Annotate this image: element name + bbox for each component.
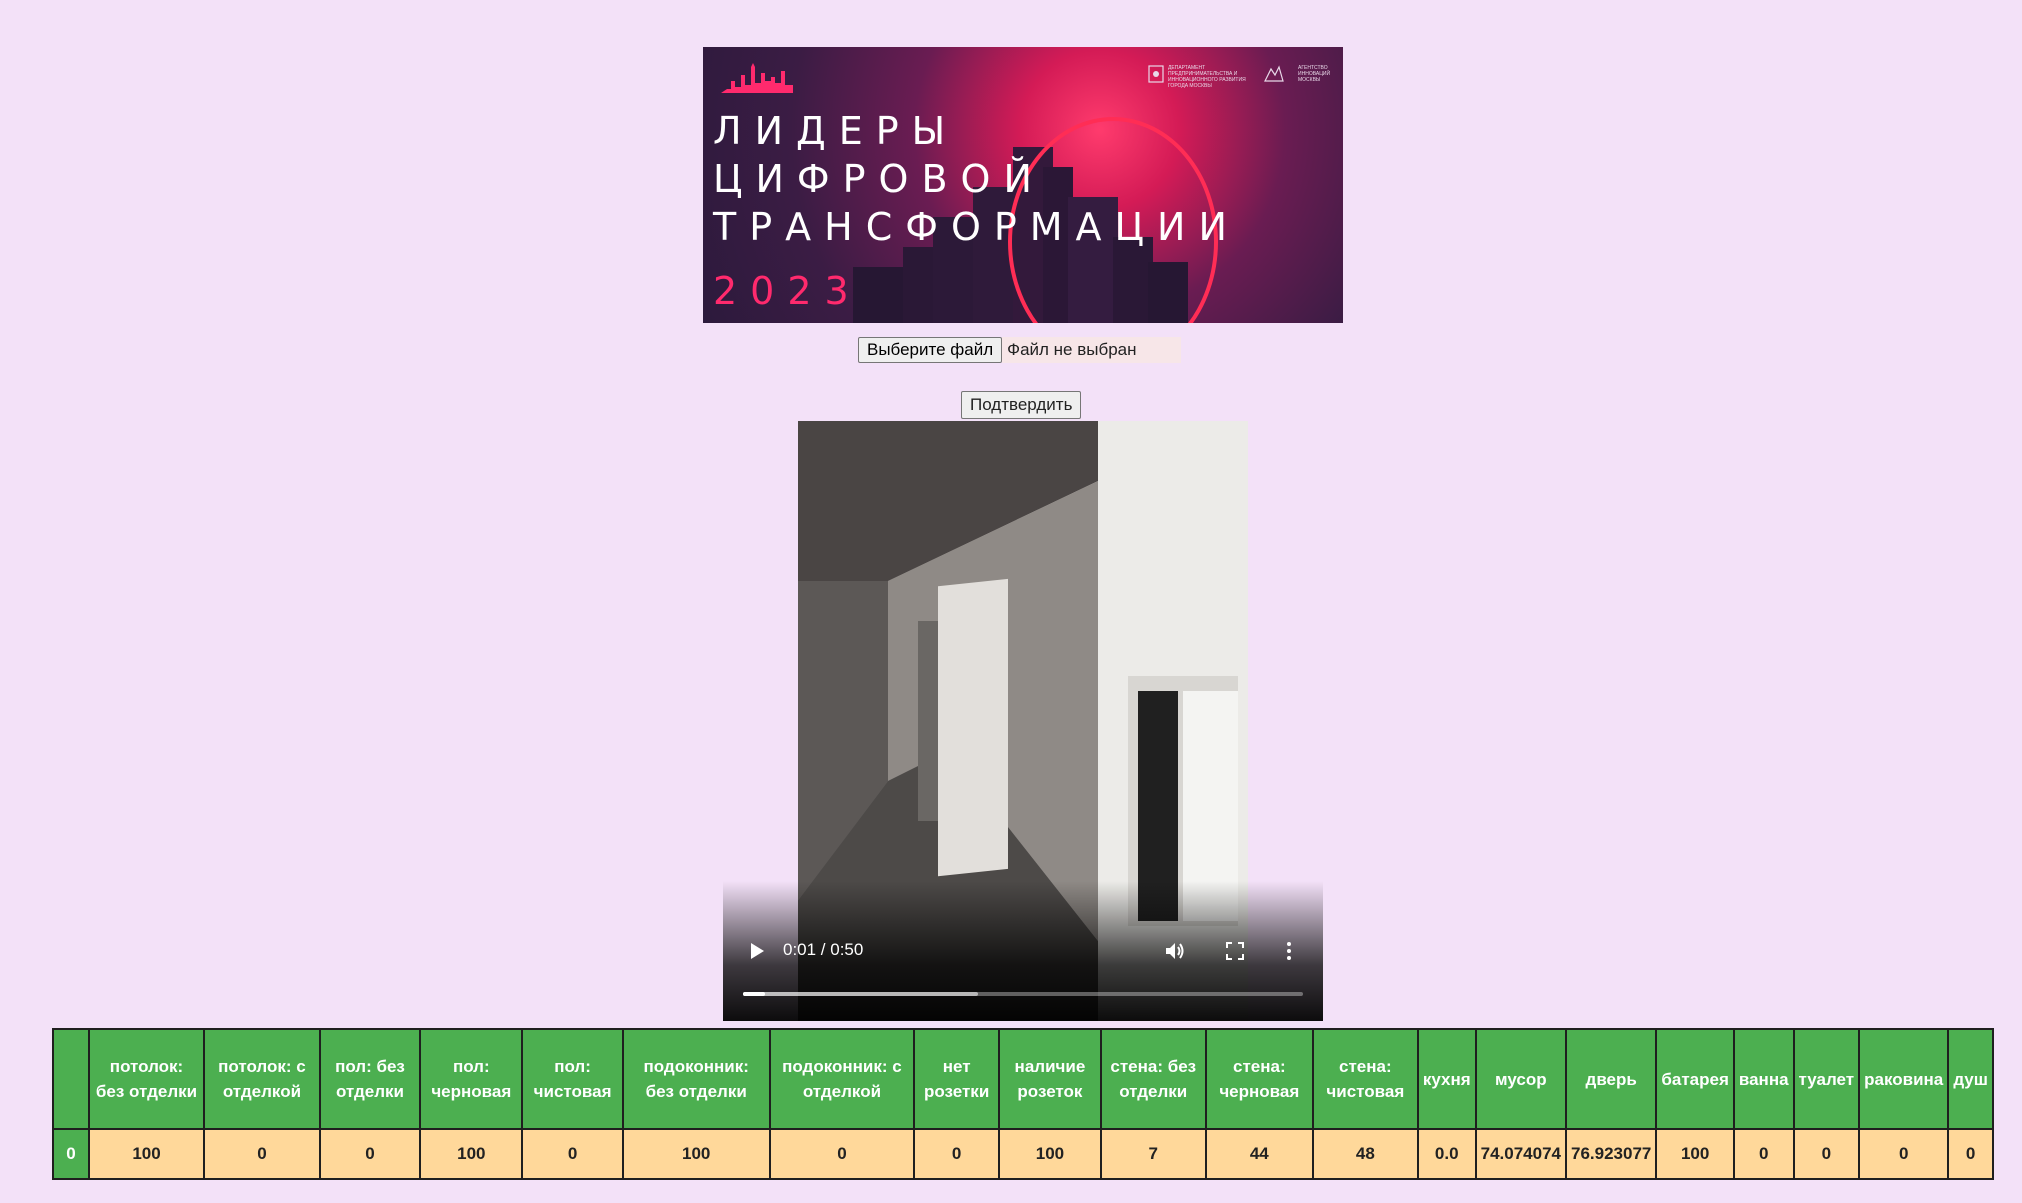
- table-body: 0 100 0 0 100 0 100 0 0 100 7 44 48 0.0 74.074074 76.92…: [52, 1128, 1994, 1180]
- file-status-text: Файл не выбран: [1002, 337, 1181, 363]
- table-cell: 0: [768, 1128, 916, 1180]
- video-controls: 0:01 / 0:50: [723, 931, 1323, 971]
- table-cell: 0: [1732, 1128, 1795, 1180]
- table-header-cell: наличие розеток: [998, 1028, 1102, 1130]
- table-cell: 0: [203, 1128, 321, 1180]
- partner-agency-text: АГЕНТСТВО ИННОВАЦИЙ МОСКВЫ: [1298, 65, 1331, 83]
- table-cell: 0: [1858, 1128, 1950, 1180]
- partner-department-text: ДЕПАРТАМЕНТ ПРЕДПРИНИМАТЕЛЬСТВА И ИННОВА…: [1168, 65, 1246, 89]
- video-buffered-bar: [743, 992, 979, 996]
- row-index-cell: 0: [52, 1128, 90, 1180]
- table-header-cell: душ: [1947, 1028, 1994, 1130]
- table-cell: 100: [998, 1128, 1102, 1180]
- table-header-cell: пол: чистовая: [521, 1028, 624, 1130]
- table-cell: 44: [1204, 1128, 1314, 1180]
- video-player[interactable]: 0:01 / 0:50: [723, 421, 1323, 1021]
- table-cell: 48: [1311, 1128, 1419, 1180]
- table-header-cell: батарея: [1655, 1028, 1735, 1130]
- table-cell: 100: [1655, 1128, 1735, 1180]
- banner-title-line-1: ЛИДЕРЫ: [713, 109, 959, 153]
- table-row: 0 100 0 0 100 0 100 0 0 100 7 44 48 0.0 74.074074 76.92…: [52, 1128, 1994, 1180]
- table-header-cell: кухня: [1416, 1028, 1477, 1130]
- table-header-cell: дверь: [1564, 1028, 1658, 1130]
- table-cell: 100: [621, 1128, 771, 1180]
- table-header-cell: стена: без отделки: [1099, 1028, 1207, 1130]
- table-header-cell: ванна: [1732, 1028, 1795, 1130]
- table-cell: 100: [419, 1128, 524, 1180]
- table-cell: 0: [913, 1128, 1001, 1180]
- file-input[interactable]: Выберите файл Файл не выбран: [858, 337, 1181, 363]
- volume-icon[interactable]: [1163, 939, 1187, 963]
- table-header-cell: пол: без отделки: [318, 1028, 422, 1130]
- table-header-index: [52, 1028, 90, 1130]
- event-banner: ДЕПАРТАМЕНТ ПРЕДПРИНИМАТЕЛЬСТВА И ИННОВА…: [703, 47, 1343, 323]
- department-emblem-icon: [1148, 65, 1164, 83]
- play-icon[interactable]: [747, 939, 767, 963]
- table-cell: 0: [1947, 1128, 1994, 1180]
- submit-button[interactable]: Подтвердить: [961, 391, 1082, 419]
- fullscreen-icon[interactable]: [1223, 939, 1247, 963]
- video-time: 0:01 / 0:50: [783, 940, 864, 959]
- agency-emblem-icon: [1264, 65, 1284, 82]
- video-progress-bar[interactable]: [743, 992, 1303, 996]
- skyline-logo-icon: [721, 63, 793, 93]
- video-played-bar: [743, 992, 766, 996]
- table-cell: 7: [1099, 1128, 1207, 1180]
- table-header-cell: туалет: [1792, 1028, 1861, 1130]
- table-header-cell: стена: черновая: [1204, 1028, 1314, 1130]
- table-header-cell: потолок: с отделкой: [203, 1028, 321, 1130]
- table-cell: 100: [87, 1128, 206, 1180]
- table-cell: 0: [1792, 1128, 1861, 1180]
- table-cell: 0: [521, 1128, 624, 1180]
- results-table: потолок: без отделки потолок: с отделкой п…: [52, 1028, 1994, 1180]
- banner-year: 2023: [713, 269, 862, 313]
- table-header-row: потолок: без отделки потолок: с отделкой п…: [52, 1028, 1994, 1130]
- banner-title-line-2: ЦИФРОВОЙ: [713, 157, 1045, 201]
- banner-title-line-3: ТРАНСФОРМАЦИИ: [713, 205, 1240, 249]
- table-header-cell: раковина: [1858, 1028, 1950, 1130]
- table-cell: 76.923077: [1564, 1128, 1658, 1180]
- table-cell: 0.0: [1416, 1128, 1477, 1180]
- choose-file-button[interactable]: Выберите файл: [858, 337, 1003, 363]
- table-header-cell: пол: черновая: [419, 1028, 524, 1130]
- table-cell: 74.074074: [1474, 1128, 1568, 1180]
- table-header-cell: нет розетки: [913, 1028, 1001, 1130]
- table-header-cell: потолок: без отделки: [87, 1028, 206, 1130]
- table-header-cell: подоконник: без отделки: [621, 1028, 771, 1130]
- table-header-cell: подоконник: с отделкой: [768, 1028, 916, 1130]
- table-header-cell: стена: чистовая: [1311, 1028, 1419, 1130]
- more-options-icon[interactable]: [1283, 939, 1295, 963]
- table-cell: 0: [318, 1128, 422, 1180]
- table-header-cell: мусор: [1474, 1028, 1568, 1130]
